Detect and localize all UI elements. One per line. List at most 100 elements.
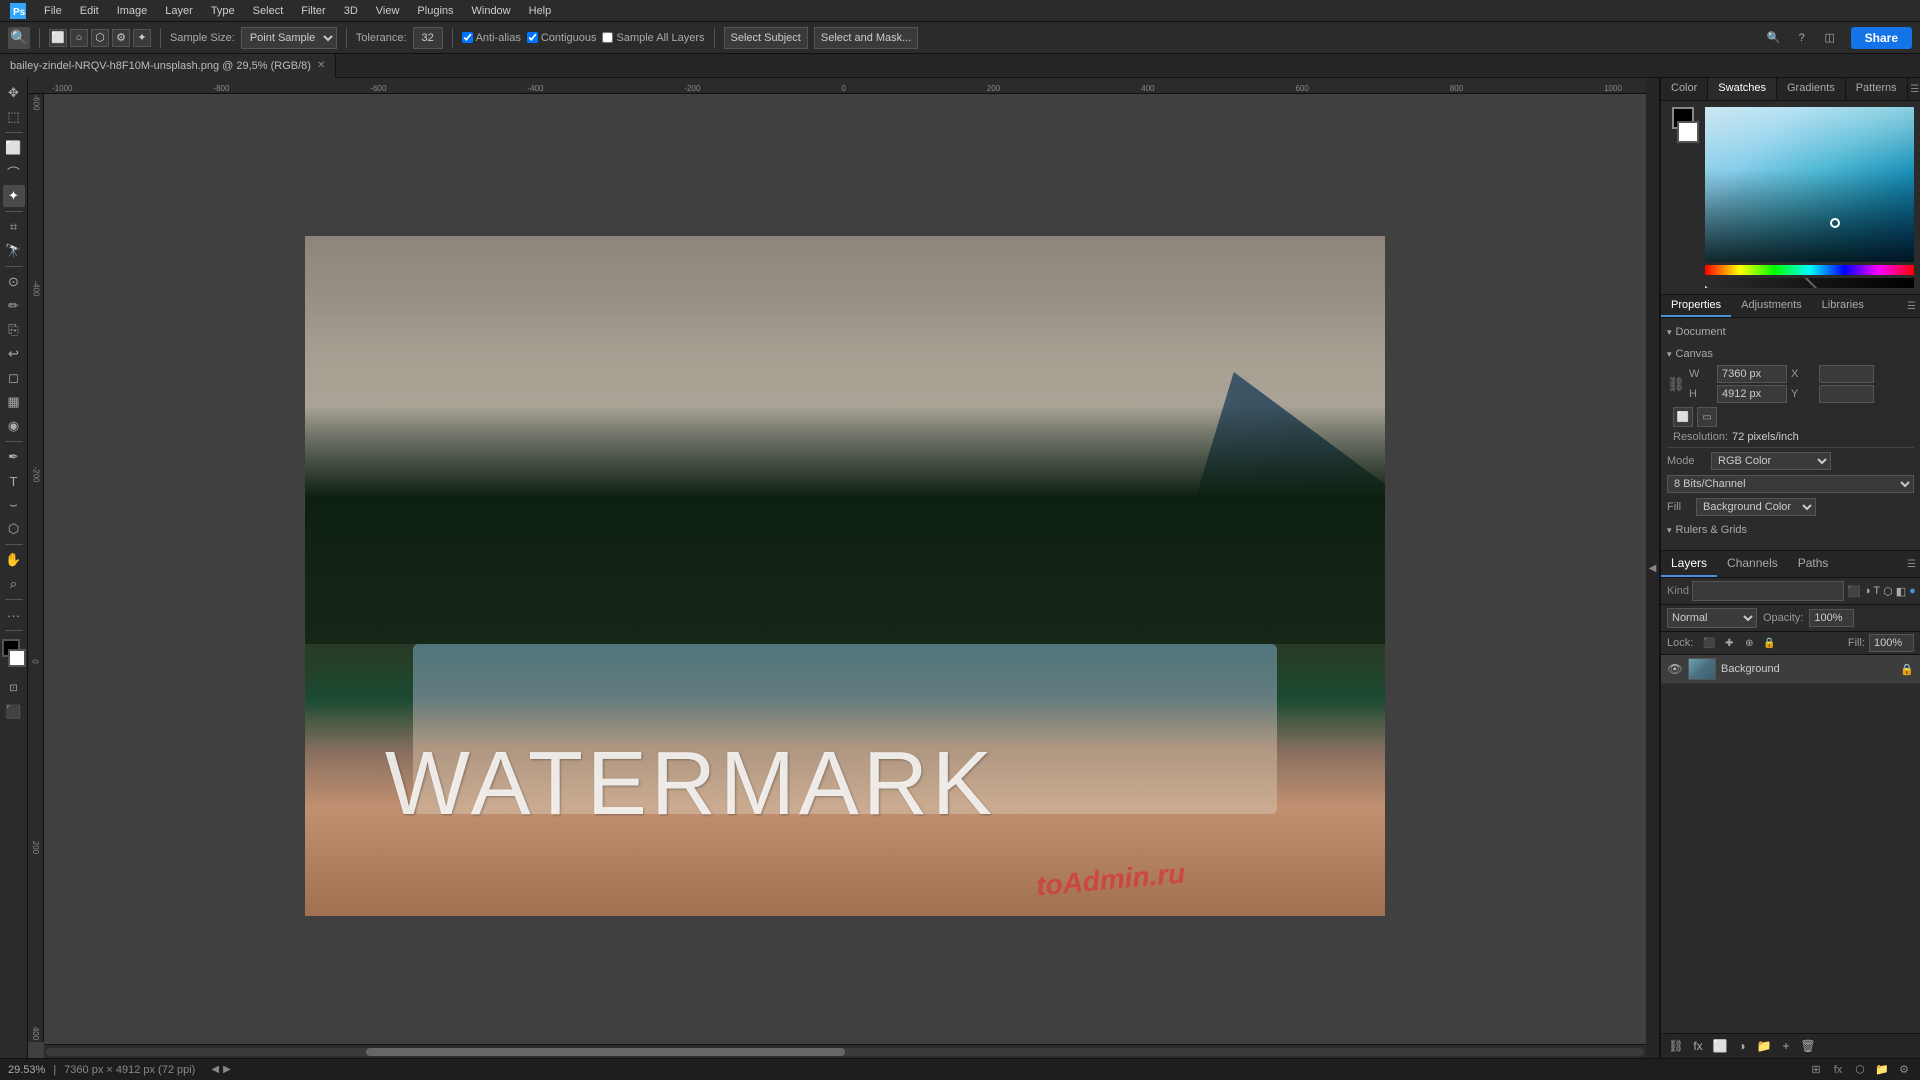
layer-group-btn[interactable]: 📁 [1755,1037,1773,1055]
layer-link-btn[interactable]: ⛓ [1667,1037,1685,1055]
alpha-slider[interactable] [1705,278,1914,288]
layers-filter-type[interactable]: T [1873,582,1880,600]
dodge-tool[interactable]: ◉ [3,415,25,437]
tolerance-input[interactable] [413,27,443,49]
layers-filter-toggle[interactable]: ● [1909,582,1916,600]
tab-paths[interactable]: Paths [1788,551,1839,577]
menu-file[interactable]: File [36,3,70,19]
tab-channels[interactable]: Channels [1717,551,1788,577]
canvas-section-header[interactable]: ▾ Canvas [1667,346,1914,362]
sample-custom-btn[interactable]: ⬡ [91,29,109,47]
layers-filter-adjust[interactable]: ◑ [1864,582,1871,600]
canvas-x-input[interactable] [1819,365,1874,383]
select-subject-button[interactable]: Select Subject [724,27,808,49]
search-icon[interactable]: 🔍 [1763,27,1785,49]
document-tab[interactable]: bailey-zindel-NRQV-h8F10M-unsplash.png @… [0,54,336,78]
status-settings-icon[interactable]: ⚙ [1896,1062,1912,1078]
scrollbar-track[interactable] [46,1048,1644,1056]
bit-depth-select[interactable]: 8 Bits/Channel [1667,475,1914,493]
hand-tool[interactable]: ✋ [3,549,25,571]
lock-artboards-btn[interactable]: ⊕ [1741,635,1757,651]
eyedropper-tool[interactable]: 🔭 [3,240,25,262]
menu-3d[interactable]: 3D [336,3,366,19]
brush-tool[interactable]: ✏ [3,295,25,317]
quick-mask[interactable]: ⊡ [3,677,25,699]
eraser-tool[interactable]: ◻ [3,367,25,389]
sample-all-checkbox[interactable] [602,32,613,43]
more-tools[interactable]: ··· [3,604,25,626]
menu-window[interactable]: Window [464,3,519,19]
layers-search-input[interactable] [1692,581,1844,601]
artboard-tool[interactable]: ⬚ [3,106,25,128]
crop-tool[interactable]: ⌗ [3,216,25,238]
marquee-tool[interactable]: ⬜ [3,137,25,159]
tab-adjustments[interactable]: Adjustments [1731,295,1812,317]
menu-select[interactable]: Select [245,3,292,19]
layer-fx-btn[interactable]: fx [1689,1037,1707,1055]
menu-image[interactable]: Image [109,3,156,19]
tab-patterns[interactable]: Patterns [1846,78,1908,100]
mode-select[interactable]: RGB Color [1711,452,1831,470]
pen-tool[interactable]: ✒ [3,446,25,468]
layers-panel-menu[interactable]: ☰ [1907,559,1916,570]
tab-libraries[interactable]: Libraries [1812,295,1874,317]
sample-all-checkbox-wrap[interactable]: Sample All Layers [602,32,704,44]
shape-tool[interactable]: ⬡ [3,518,25,540]
anti-alias-checkbox-wrap[interactable]: Anti-alias [462,32,521,44]
hue-slider[interactable] [1705,265,1914,275]
select-mask-button[interactable]: Select and Mask... [814,27,919,49]
opacity-input[interactable] [1809,609,1854,627]
sample-pick-btn[interactable]: ✦ [133,29,151,47]
eyedropper-tool-icon[interactable]: 🔍 [8,27,30,49]
canvas-height-input[interactable] [1717,385,1787,403]
bg-color-box[interactable] [1677,121,1699,143]
sample-settings-btn[interactable]: ⚙ [112,29,130,47]
learn-icon[interactable]: ◫ [1819,27,1841,49]
anti-alias-checkbox[interactable] [462,32,473,43]
doc-tab-close[interactable]: ✕ [317,60,325,71]
stamp-tool[interactable]: ⎘ [3,319,25,341]
sample-size-select[interactable]: Point Sample [241,27,337,49]
contiguous-checkbox[interactable] [527,32,538,43]
help-icon[interactable]: ? [1791,27,1813,49]
rulers-section-header[interactable]: ▾ Rulers & Grids [1667,522,1914,538]
blend-mode-select[interactable]: Normal [1667,608,1757,628]
layers-filter-shape[interactable]: ⬡ [1883,582,1893,600]
portrait-icon[interactable]: ⬜ [1673,407,1693,427]
layer-visibility-eye[interactable]: 👁 [1667,661,1683,677]
lock-pixels-btn[interactable]: ⬛ [1701,635,1717,651]
panel-collapse-button[interactable]: ◀ [1646,78,1660,1058]
canvas-horizontal-scrollbar[interactable] [44,1044,1646,1058]
sample-circle-btn[interactable]: ○ [70,29,88,47]
document-section-header[interactable]: ▾ Document [1667,324,1914,340]
layers-filter-smart[interactable]: ◧ [1896,582,1906,600]
gradient-tool[interactable]: ▦ [3,391,25,413]
background-color[interactable] [8,649,26,667]
history-brush-tool[interactable]: ↩ [3,343,25,365]
layers-filter-pixel[interactable]: ⬛ [1847,582,1861,600]
lock-all-btn[interactable]: 🔒 [1761,635,1777,651]
contiguous-checkbox-wrap[interactable]: Contiguous [527,32,597,44]
heal-tool[interactable]: ⊙ [3,271,25,293]
menu-help[interactable]: Help [521,3,560,19]
link-chain-icon[interactable]: ⛓ [1667,375,1685,393]
screen-mode[interactable]: ⬛ [3,701,25,723]
sample-square-btn[interactable]: ⬜ [49,29,67,47]
tab-color[interactable]: Color [1661,78,1708,100]
menu-edit[interactable]: Edit [72,3,107,19]
status-fx-icon[interactable]: fx [1830,1062,1846,1078]
tab-gradients[interactable]: Gradients [1777,78,1846,100]
scrollbar-thumb[interactable] [366,1048,845,1056]
layer-row-background[interactable]: 👁 Background 🔒 [1661,655,1920,684]
properties-menu[interactable]: ☰ [1907,301,1916,312]
layer-add-btn[interactable]: + [1777,1037,1795,1055]
lasso-tool[interactable]: ⌒ [3,161,25,183]
menu-plugins[interactable]: Plugins [409,3,461,19]
status-folder-icon[interactable]: 📁 [1874,1062,1890,1078]
layer-mask-btn[interactable]: ⬜ [1711,1037,1729,1055]
fill-input[interactable] [1869,634,1914,652]
path-tool[interactable]: ⌣ [3,494,25,516]
share-button[interactable]: Share [1851,27,1912,49]
menu-view[interactable]: View [368,3,408,19]
status-grid-icon[interactable]: ⊞ [1808,1062,1824,1078]
